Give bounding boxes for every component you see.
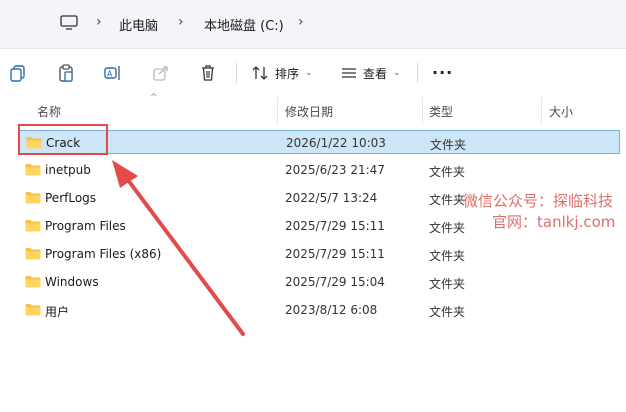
watermark-wechat: 微信公众号：探临科技 xyxy=(463,192,614,210)
watermark-website: 官网：tanlkj.com xyxy=(492,213,616,231)
